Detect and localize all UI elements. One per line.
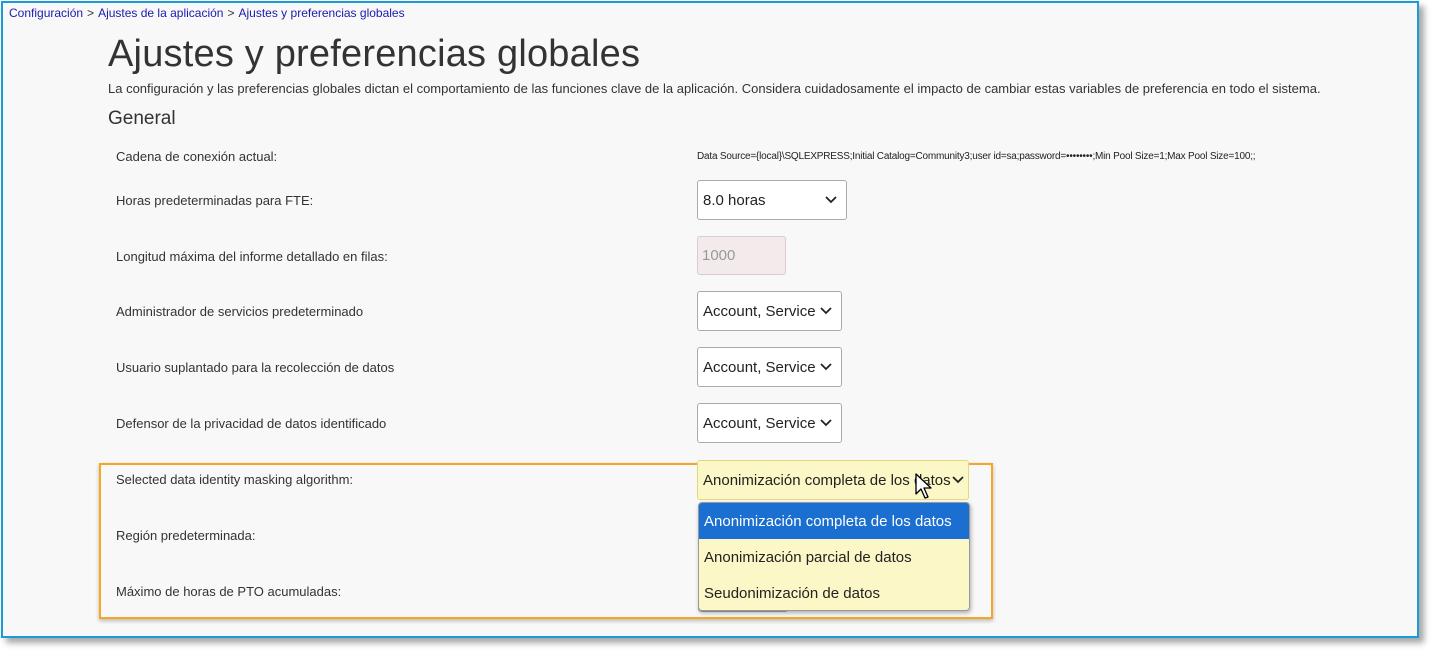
chevron-down-icon [951, 476, 965, 484]
max-report-rows-label: Longitud máxima del informe detallado en… [116, 249, 388, 264]
option-partial-anonymization[interactable]: Anonimización parcial de datos [699, 539, 969, 575]
app-window: Configuración > Ajustes de la aplicación > A… [1, 1, 1419, 638]
chevron-down-icon [817, 307, 835, 315]
max-report-rows-input[interactable]: 1000 [697, 236, 786, 275]
breadcrumb-ajustes-globales[interactable]: Ajustes y preferencias globales [239, 6, 405, 20]
page-title: Ajustes y preferencias globales [108, 33, 641, 75]
impersonated-user-value: Account, Service [703, 358, 816, 376]
breadcrumb-separator: > [87, 6, 95, 20]
chevron-down-icon [822, 196, 840, 204]
fte-hours-value: 8.0 horas [703, 191, 766, 209]
breadcrumb: Configuración > Ajustes de la aplicación > A… [9, 6, 405, 20]
chevron-down-icon [817, 363, 835, 371]
connection-string-value: Data Source={local}\SQLEXPRESS;Initial C… [697, 151, 1256, 162]
impersonated-user-select[interactable]: Account, Service [697, 347, 842, 387]
option-pseudonymization[interactable]: Seudonimización de datos [699, 575, 969, 610]
masking-algorithm-value: Anonimización completa de los datos [703, 471, 951, 489]
breadcrumb-configuracion[interactable]: Configuración [9, 6, 83, 20]
max-pto-hours-label: Máximo de horas de PTO acumuladas: [116, 584, 342, 599]
masking-algorithm-dropdown: Anonimización completa de los datos Anon… [698, 502, 970, 611]
default-service-admin-select[interactable]: Account, Service [697, 291, 842, 331]
default-service-admin-label: Administrador de servicios predeterminad… [116, 304, 364, 319]
breadcrumb-separator: > [227, 6, 235, 20]
masking-algorithm-label: Selected data identity masking algorithm… [116, 472, 354, 487]
connection-string-label: Cadena de conexión actual: [116, 149, 278, 164]
fte-hours-label: Horas predeterminadas para FTE: [116, 193, 314, 208]
default-service-admin-value: Account, Service [703, 302, 816, 320]
impersonated-user-label: Usuario suplantado para la recolección d… [116, 360, 395, 375]
chevron-down-icon [817, 419, 835, 427]
privacy-advocate-value: Account, Service [703, 414, 816, 432]
default-region-label: Región predeterminada: [116, 528, 256, 543]
breadcrumb-ajustes-aplicacion[interactable]: Ajustes de la aplicación [98, 6, 223, 20]
mouse-pointer-icon [915, 473, 935, 506]
privacy-advocate-select[interactable]: Account, Service [697, 403, 842, 443]
page-description: La configuración y las preferencias glob… [108, 81, 1321, 96]
option-full-anonymization[interactable]: Anonimización completa de los datos [699, 503, 969, 539]
fte-hours-select[interactable]: 8.0 horas [697, 180, 847, 220]
privacy-advocate-label: Defensor de la privacidad de datos ident… [116, 416, 387, 431]
section-title-general: General [108, 108, 176, 129]
